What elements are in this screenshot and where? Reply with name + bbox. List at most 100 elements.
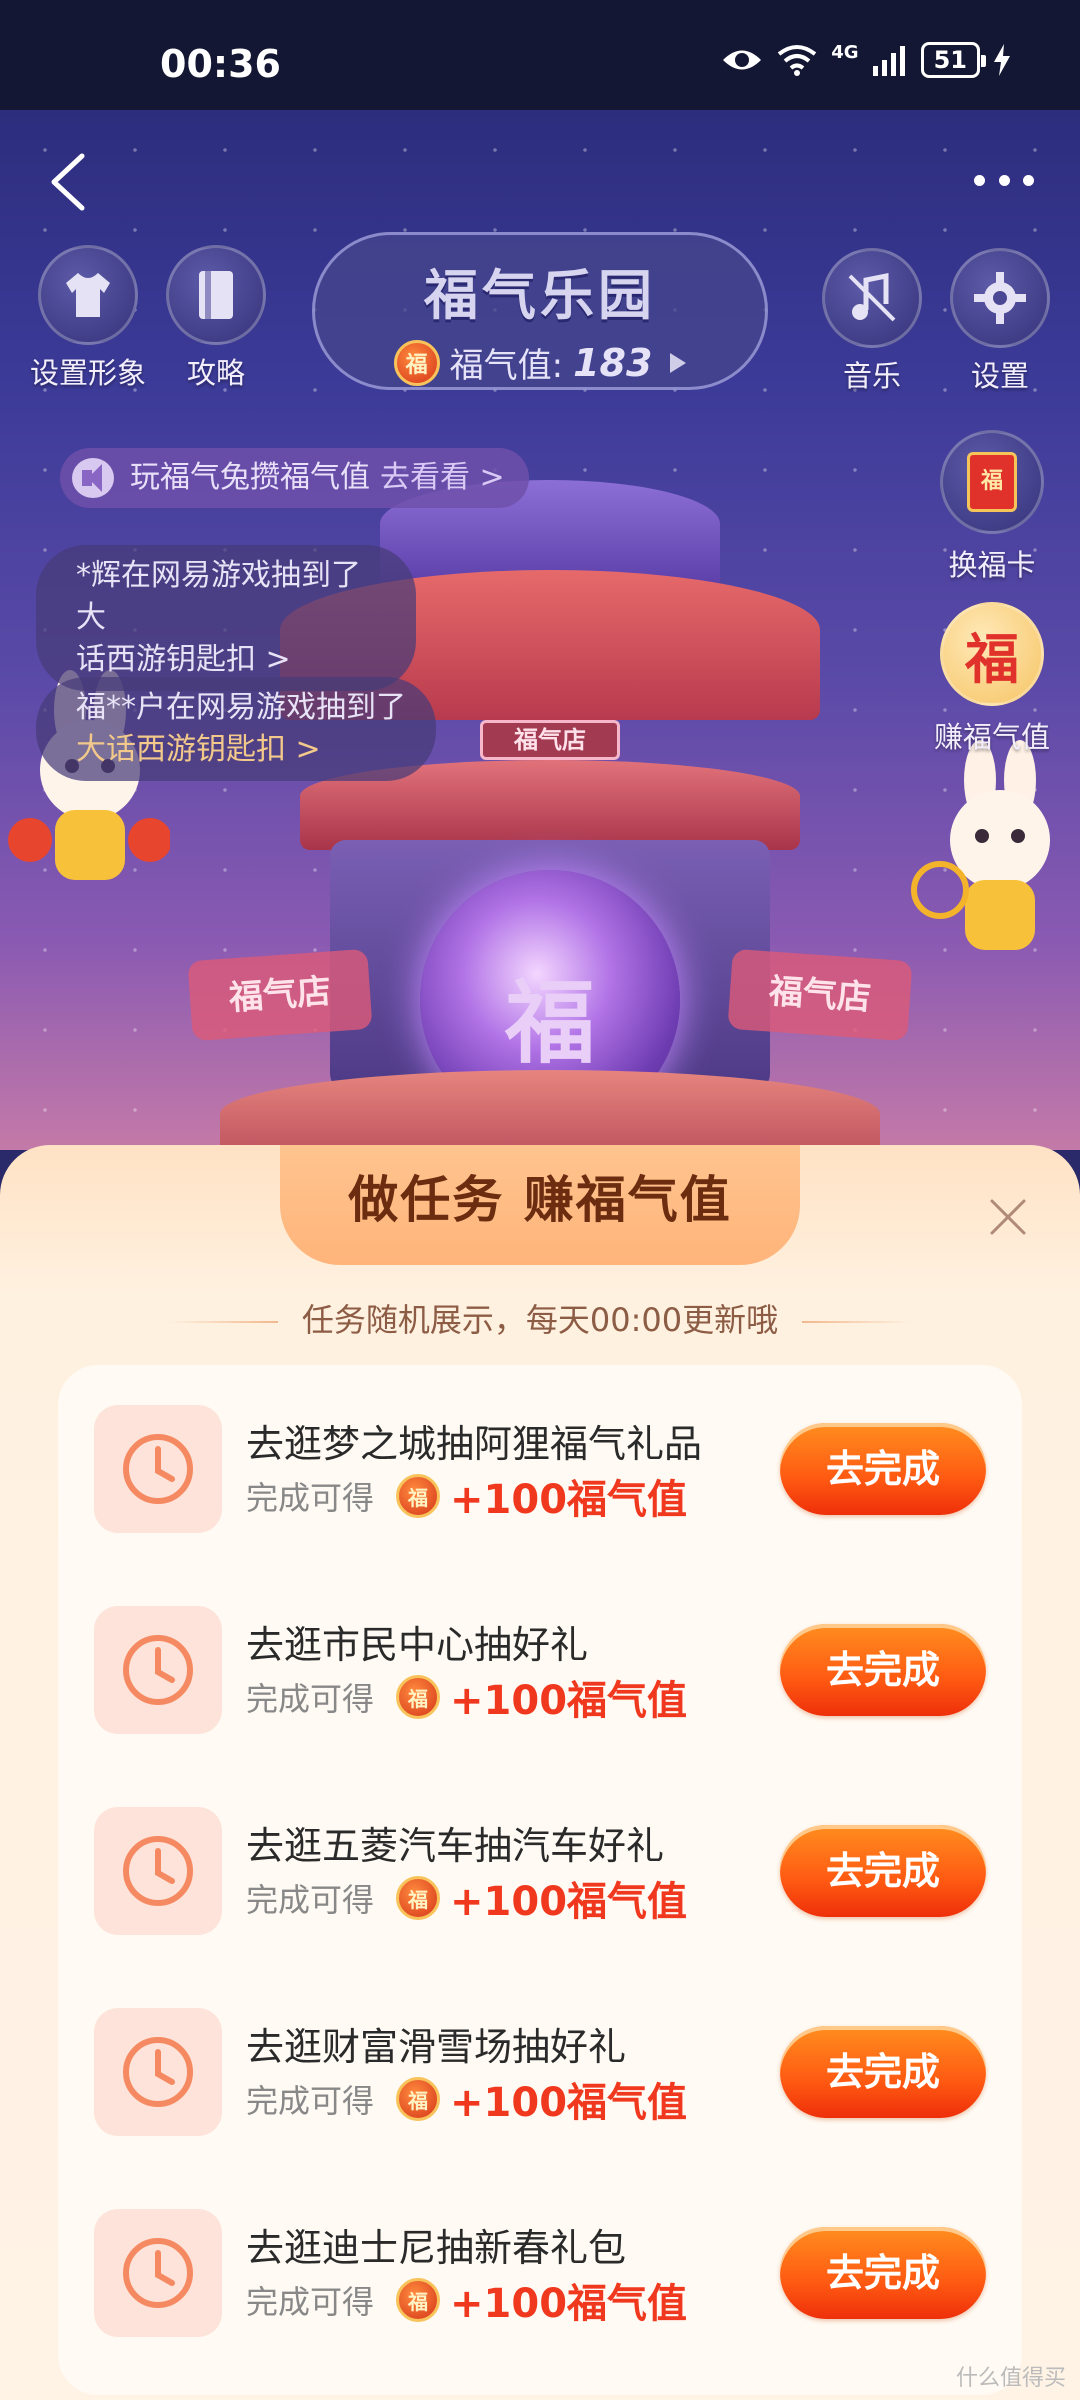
ticker-line: 大话西游钥匙扣 > [76, 732, 321, 767]
charging-icon [994, 44, 1010, 76]
gear-icon [974, 272, 1026, 324]
clock-icon [94, 1606, 222, 1734]
ticker-line: 福**户在网易游戏抽到了 [76, 690, 406, 725]
task-item: 去逛迪士尼抽新春礼包 完成可得福 +100福气值 去完成 [58, 2169, 1022, 2369]
reward-label: 完成可得 [246, 1881, 375, 1919]
set-avatar-button[interactable] [38, 245, 138, 345]
close-icon[interactable] [988, 1197, 1028, 1237]
park-title: 福气乐园 [424, 264, 656, 327]
task-reward: 完成可得福 +100福气值 [246, 1869, 687, 1927]
battery-level: 51 [920, 42, 987, 78]
clock-icon [94, 1807, 222, 1935]
task-item: 去逛财富滑雪场抽好礼 完成可得福 +100福气值 去完成 [58, 1968, 1022, 2168]
more-dot [1023, 174, 1034, 186]
task-title: 去逛梦之城抽阿狸福气礼品 [246, 1422, 703, 1466]
fu-coin-icon: 福 [396, 1675, 441, 1719]
back-arrow-icon[interactable] [44, 150, 92, 214]
reward-amount: +100福气值 [450, 1879, 688, 1925]
marquee-link[interactable]: 去看看 > [380, 460, 505, 495]
marquee-text: 玩福气兔攒福气值 [130, 460, 370, 495]
game-scene: 福气店 福 福气店 福气店 设置形象 攻略 福气乐园 福 福气值: 183 音乐… [0, 110, 1080, 1150]
fu-coin-icon: 福 [396, 1876, 441, 1920]
task-item: 去逛市民中心抽好礼 完成可得福 +100福气值 去完成 [58, 1566, 1022, 1766]
fortune-value-label: 福气值: [449, 346, 564, 386]
orb-fu-char: 福 [505, 971, 595, 1076]
prize-ticker-1: *辉在网易游戏抽到了大 话西游钥匙扣 > [36, 545, 416, 691]
fu-coin-icon: 福 [393, 339, 440, 386]
shirt-icon [66, 273, 110, 317]
task-reward: 完成可得福 +100福气值 [246, 2070, 687, 2128]
fu-coin-icon: 福 [396, 2278, 441, 2322]
task-reward: 完成可得福 +100福气值 [246, 1668, 687, 1726]
eye-icon [723, 50, 762, 70]
reward-label: 完成可得 [246, 1479, 375, 1517]
book-icon [199, 271, 233, 319]
fu-char-icon: 福 [965, 627, 1019, 691]
task-list: 去逛梦之城抽阿狸福气礼品 完成可得福 +100福气值 去完成 去逛市民中心抽好礼 … [58, 1365, 1022, 2395]
reward-amount: +100福气值 [450, 2080, 688, 2126]
reward-amount: +100福气值 [450, 1678, 688, 1724]
fortune-value: 183 [573, 340, 653, 385]
go-complete-button[interactable]: 去完成 [780, 1423, 986, 1515]
task-title: 去逛财富滑雪场抽好礼 [246, 2025, 627, 2069]
settings-label: 设置 [970, 359, 1029, 393]
status-bar: 00:36 4G 51 [0, 0, 1080, 110]
earn-fortune-button[interactable]: 福 [940, 602, 1044, 706]
go-complete-button[interactable]: 去完成 [780, 2227, 986, 2319]
ticker-line: *辉在网易游戏抽到了大 [76, 558, 361, 635]
clock-icon [94, 2008, 222, 2136]
reward-label: 完成可得 [246, 1680, 375, 1718]
park-title-pill[interactable]: 福气乐园 福 福气值: 183 [312, 232, 768, 390]
settings-button[interactable] [950, 248, 1050, 348]
go-complete-button[interactable]: 去完成 [780, 2026, 986, 2118]
more-dot [998, 174, 1010, 186]
task-subtitle: 任务随机展示，每天00:00更新哦 [301, 1301, 779, 1339]
go-complete-button[interactable]: 去完成 [780, 1825, 986, 1917]
play-arrow-icon [670, 352, 687, 373]
rabbit-mascot-right[interactable] [910, 740, 1080, 970]
reward-amount: +100福气值 [450, 2281, 688, 2327]
divider-left [167, 1321, 278, 1323]
clock-icon [94, 1405, 222, 1533]
left-shop-sign: 福气店 [187, 948, 373, 1042]
earn-fortune-label: 赚福气值 [933, 720, 1050, 754]
task-panel-header: 做任务 赚福气值 [280, 1145, 800, 1265]
speaker-icon [72, 458, 114, 498]
fortune-value-row: 福 福气值: 183 [315, 338, 765, 387]
clock-icon [94, 2209, 222, 2337]
fu-coin-icon: 福 [396, 1474, 441, 1518]
right-shop-sign: 福气店 [727, 948, 913, 1042]
reward-amount: +100福气值 [450, 1477, 688, 1523]
more-dot [974, 174, 985, 186]
watermark: 什么值得买 [955, 2366, 1066, 2391]
status-time: 00:36 [160, 42, 281, 86]
go-complete-button[interactable]: 去完成 [780, 1624, 986, 1716]
task-reward: 完成可得福 +100福气值 [246, 1467, 687, 1525]
task-item: 去逛梦之城抽阿狸福气礼品 完成可得福 +100福气值 去完成 [58, 1365, 1022, 1565]
reward-label: 完成可得 [246, 2283, 375, 2321]
guide-button[interactable] [166, 245, 266, 345]
task-panel-title: 做任务 赚福气值 [348, 1171, 732, 1229]
tower-bottom-roof [220, 1070, 880, 1150]
more-options-button[interactable] [974, 170, 1034, 190]
divider-right [802, 1321, 913, 1323]
guide-label: 攻略 [186, 356, 245, 390]
task-title: 去逛迪士尼抽新春礼包 [246, 2226, 627, 2270]
music-muted-icon [848, 272, 896, 322]
ticker-line: 话西游钥匙扣 > [76, 642, 291, 677]
prize-ticker-2: 福**户在网易游戏抽到了 大话西游钥匙扣 > [36, 677, 436, 781]
reward-label: 完成可得 [246, 2082, 375, 2120]
status-icons: 4G 51 [721, 42, 1010, 78]
music-button[interactable] [822, 248, 922, 348]
fu-coin-icon: 福 [396, 2077, 441, 2121]
wifi-icon [778, 45, 817, 76]
exchange-card-button[interactable]: 福 [940, 430, 1044, 534]
exchange-card-label: 换福卡 [948, 548, 1036, 582]
red-envelope-icon: 福 [967, 452, 1017, 512]
task-title: 去逛五菱汽车抽汽车好礼 [246, 1824, 665, 1868]
task-title: 去逛市民中心抽好礼 [246, 1623, 589, 1667]
tower-sign: 福气店 [480, 720, 620, 760]
signal-icon [872, 46, 905, 76]
promo-marquee[interactable]: 玩福气兔攒福气值 去看看 > [60, 448, 529, 508]
task-reward: 完成可得福 +100福气值 [246, 2271, 687, 2329]
